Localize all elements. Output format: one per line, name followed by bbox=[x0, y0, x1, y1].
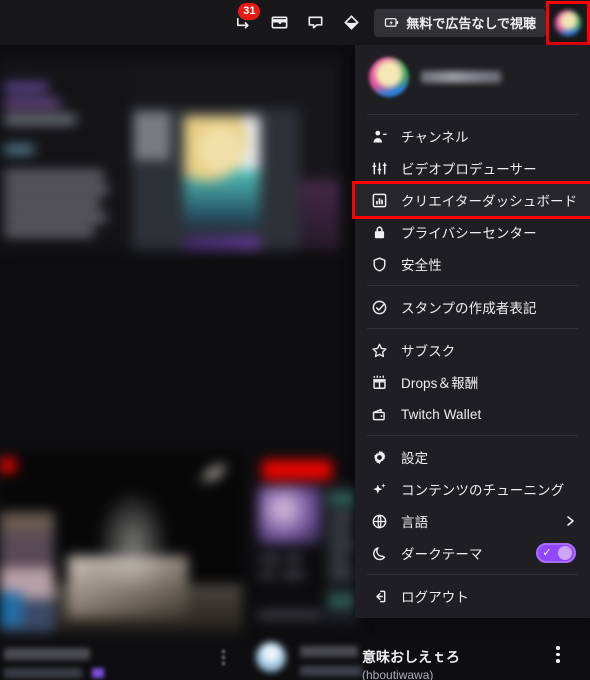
menu-item-video-producer[interactable]: ビデオプロデューサー bbox=[355, 152, 590, 184]
menu-item-language[interactable]: 言語 bbox=[355, 505, 590, 537]
thumbnail-character-2 bbox=[184, 236, 260, 250]
card-title-redacted bbox=[300, 646, 358, 657]
menu-item-label: クリエイターダッシュボード bbox=[401, 194, 578, 209]
menu-item-settings[interactable]: 設定 bbox=[355, 441, 590, 473]
background-thumbnail-2 bbox=[0, 452, 243, 632]
thumbnail-art bbox=[0, 60, 340, 250]
background-thumbnail-3 bbox=[252, 452, 360, 632]
menu-item-label: スタンプの作成者表記 bbox=[401, 301, 537, 316]
chevron-right-icon bbox=[564, 515, 576, 527]
user-avatar-button[interactable] bbox=[546, 0, 590, 45]
card-subtitle-redacted bbox=[4, 668, 82, 678]
card-title-redacted bbox=[4, 648, 90, 660]
menu-item-safety[interactable]: 安全性 bbox=[355, 248, 590, 280]
stream-card-title[interactable]: 意味おしえｔろ bbox=[362, 647, 460, 667]
wallet-icon bbox=[369, 404, 389, 424]
menu-divider bbox=[367, 435, 578, 436]
chat-icon bbox=[308, 16, 323, 29]
menu-item-dark-theme[interactable]: ダークテーマ ✓ bbox=[355, 537, 590, 569]
whispers-icon bbox=[271, 16, 288, 29]
account-dropdown-menu: チャンネル ビデオプロデューサー クリエイターダッシュボード プライバシーセンタ… bbox=[352, 45, 590, 618]
toggle-knob bbox=[558, 546, 572, 560]
top-navigation-bar: 31 無料で広告なしで視聴 bbox=[0, 0, 590, 45]
live-badge bbox=[0, 458, 16, 473]
menu-item-label: ビデオプロデューサー bbox=[401, 162, 537, 177]
channel-icon bbox=[369, 126, 389, 146]
thumbnail-grid bbox=[136, 114, 168, 172]
menu-divider bbox=[367, 285, 578, 286]
turbo-ad-free-button[interactable]: 無料で広告なしで視聴 bbox=[374, 8, 546, 37]
more-options-icon[interactable] bbox=[548, 646, 568, 666]
menu-item-logout[interactable]: ログアウト bbox=[355, 580, 590, 612]
logout-icon bbox=[369, 586, 389, 606]
creator-dashboard-icon bbox=[369, 190, 389, 210]
user-avatar bbox=[555, 9, 581, 36]
menu-item-privacy-center[interactable]: プライバシーセンター bbox=[355, 216, 590, 248]
turbo-icon bbox=[385, 18, 399, 27]
menu-item-label: 安全性 bbox=[401, 258, 442, 273]
video-producer-icon bbox=[369, 158, 389, 178]
thumbnail-panel-right bbox=[300, 180, 340, 250]
language-globe-icon bbox=[369, 511, 389, 531]
more-options-icon[interactable] bbox=[222, 650, 226, 666]
channel-avatar-redacted bbox=[256, 642, 286, 672]
menu-item-creator-dashboard[interactable]: クリエイターダッシュボード bbox=[352, 181, 590, 219]
whispers-button[interactable] bbox=[264, 8, 294, 38]
thumbnail-character-1 bbox=[184, 116, 260, 226]
menu-item-label: 設定 bbox=[401, 451, 429, 466]
menu-item-label: Drops＆報酬 bbox=[401, 376, 479, 391]
bits-button[interactable] bbox=[336, 8, 366, 38]
card-tag-redacted bbox=[92, 668, 104, 678]
menu-item-label: サブスク bbox=[401, 344, 456, 359]
twitch-page: 意味おしえｔろ (hboutiwawa) 31 無料で広告なしで視聴 チャンネル… bbox=[0, 0, 590, 680]
dark-theme-moon-icon bbox=[369, 543, 389, 563]
menu-item-drops-rewards[interactable]: Drops＆報酬 bbox=[355, 366, 590, 398]
nav-icon-group: 31 bbox=[228, 2, 366, 38]
settings-gear-icon bbox=[369, 447, 389, 467]
bits-icon bbox=[344, 15, 359, 30]
privacy-lock-icon bbox=[369, 222, 389, 242]
menu-item-label: ダークテーマ bbox=[401, 547, 483, 562]
menu-item-channel[interactable]: チャンネル bbox=[355, 120, 590, 152]
menu-item-label: ログアウト bbox=[401, 590, 469, 605]
thumbnail-art bbox=[252, 452, 360, 632]
menu-item-subscriptions[interactable]: サブスク bbox=[355, 334, 590, 366]
profile-username-redacted bbox=[421, 71, 501, 83]
menu-divider bbox=[367, 574, 578, 575]
menu-item-label: チャンネル bbox=[401, 130, 469, 145]
menu-item-label: Twitch Wallet bbox=[401, 406, 482, 422]
menu-item-emote-credit[interactable]: スタンプの作成者表記 bbox=[355, 291, 590, 323]
safety-shield-icon bbox=[369, 254, 389, 274]
menu-divider bbox=[367, 328, 578, 329]
card-subtitle-redacted bbox=[300, 666, 362, 676]
content-tuning-sparkle-icon bbox=[369, 479, 389, 499]
profile-avatar bbox=[369, 57, 409, 97]
menu-profile-header[interactable] bbox=[355, 45, 590, 109]
menu-item-label: プライバシーセンター bbox=[401, 226, 537, 241]
menu-item-content-tuning[interactable]: コンテンツのチューニング bbox=[355, 473, 590, 505]
background-thumbnail-1 bbox=[0, 60, 340, 250]
subscriptions-star-icon bbox=[369, 340, 389, 360]
thumbnail-panel-left bbox=[0, 74, 130, 250]
thumbnail-art bbox=[0, 452, 243, 632]
live-badge bbox=[262, 460, 332, 480]
stream-card-subtitle[interactable]: (hboutiwawa) bbox=[362, 668, 433, 680]
chat-button[interactable] bbox=[300, 8, 330, 38]
background-card-meta-1 bbox=[0, 640, 243, 680]
emote-credit-icon bbox=[369, 297, 389, 317]
menu-item-label: コンテンツのチューニング bbox=[401, 483, 565, 498]
toggle-check-icon: ✓ bbox=[542, 547, 552, 559]
notifications-button[interactable]: 31 bbox=[228, 2, 261, 38]
dark-theme-toggle[interactable]: ✓ bbox=[536, 543, 576, 563]
notifications-badge: 31 bbox=[238, 2, 261, 20]
drops-rewards-icon bbox=[369, 372, 389, 392]
turbo-button-label: 無料で広告なしで視聴 bbox=[406, 16, 536, 31]
menu-item-label: 言語 bbox=[401, 515, 429, 530]
menu-item-twitch-wallet[interactable]: Twitch Wallet bbox=[355, 398, 590, 430]
menu-divider bbox=[367, 114, 578, 115]
